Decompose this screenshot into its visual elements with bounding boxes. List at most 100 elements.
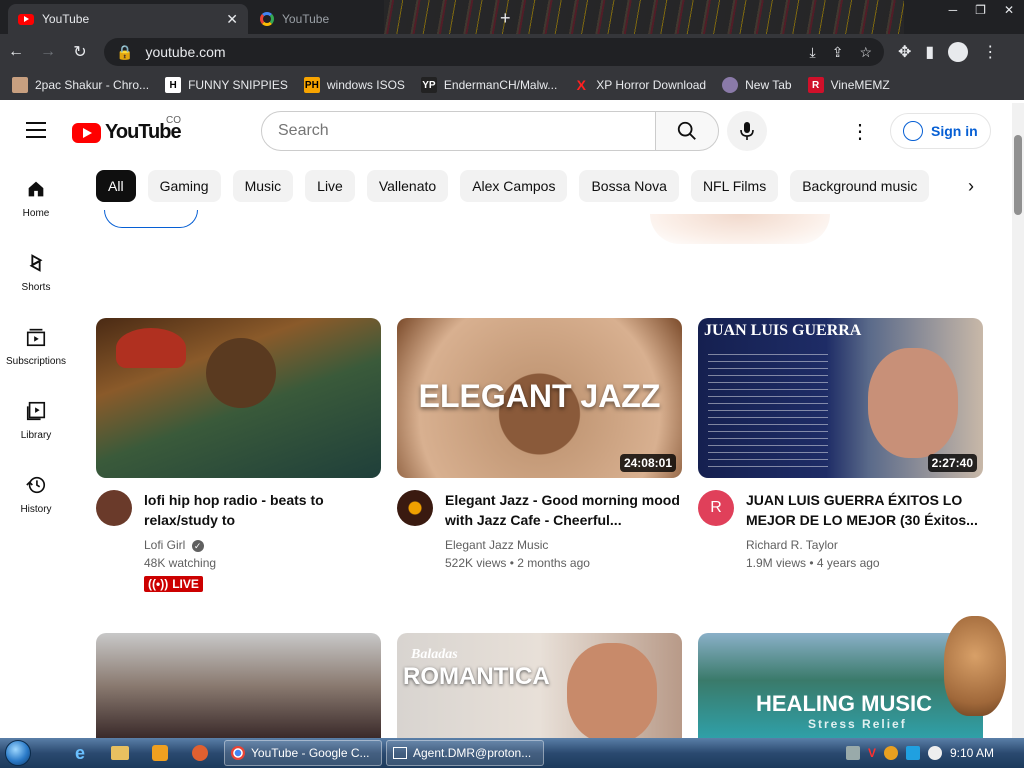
- youtube-logo[interactable]: YouTube CO: [72, 115, 182, 144]
- bookmark-star-icon[interactable]: ☆: [859, 44, 872, 61]
- tray-app-icon[interactable]: [845, 746, 860, 760]
- voice-search-button[interactable]: [727, 111, 767, 151]
- chip-all[interactable]: All: [96, 170, 136, 202]
- chip-music[interactable]: Music: [232, 170, 294, 202]
- profile-avatar-icon[interactable]: [948, 42, 969, 62]
- microphone-icon: [740, 122, 754, 140]
- sign-in-button[interactable]: Sign in: [890, 113, 991, 149]
- windows-orb-icon: [5, 740, 31, 766]
- page-scrollbar[interactable]: [1012, 103, 1024, 738]
- video-thumbnail[interactable]: HEALING MUSIC Stress Relief: [698, 633, 983, 738]
- chip-background-music[interactable]: Background music: [790, 170, 930, 202]
- new-tab-plus-icon[interactable]: +: [500, 8, 511, 29]
- start-button[interactable]: [0, 738, 36, 768]
- video-thumbnail[interactable]: [96, 633, 381, 738]
- sidebar-item-subscriptions[interactable]: Subscriptions: [0, 316, 72, 390]
- chip-live[interactable]: Live: [305, 170, 355, 202]
- chip-bossa-nova[interactable]: Bossa Nova: [579, 170, 679, 202]
- video-thumbnail[interactable]: Baladas ROMANTICA: [397, 633, 682, 738]
- taskbar-window-agent[interactable]: Agent.DMR@proton...: [386, 740, 544, 766]
- channel-name[interactable]: Lofi Girl: [144, 538, 185, 552]
- side-panel-icon[interactable]: ▮: [925, 42, 934, 62]
- sidebar-item-shorts[interactable]: Shorts: [0, 242, 72, 316]
- video-thumbnail[interactable]: ELEGANT JAZZ 24:08:01: [397, 318, 682, 478]
- video-title[interactable]: Elegant Jazz - Good morning mood with Ja…: [445, 490, 682, 530]
- scrollbar-thumb[interactable]: [1014, 135, 1022, 215]
- tab-youtube-inactive[interactable]: YouTube: [250, 4, 490, 34]
- channel-avatar[interactable]: [96, 490, 132, 526]
- tray-volume-icon[interactable]: [927, 746, 942, 760]
- chip-vallenato[interactable]: Vallenato: [366, 170, 449, 202]
- window-icon: [393, 747, 407, 759]
- chip-nfl-films[interactable]: NFL Films: [690, 170, 779, 202]
- tab-close-icon[interactable]: ✕: [226, 11, 238, 28]
- video-title[interactable]: JUAN LUIS GUERRA ÉXITOS LO MEJOR DE LO M…: [746, 490, 983, 530]
- restore-icon[interactable]: ❐: [975, 3, 986, 17]
- live-badge: ((•)) LIVE: [144, 576, 203, 592]
- video-card[interactable]: lofi hip hop radio - beats to relax/stud…: [96, 318, 381, 593]
- share-icon[interactable]: ⇪: [832, 44, 844, 61]
- address-bar[interactable]: 🔒 youtube.com ⤓ ⇪ ☆: [104, 38, 884, 66]
- hamster-overlay-image: [944, 616, 1006, 716]
- tracklist-graphic: [708, 348, 828, 468]
- video-thumbnail[interactable]: [96, 318, 381, 478]
- video-stats: 48K watching: [144, 556, 217, 570]
- verified-check-icon: ✓: [191, 540, 204, 552]
- bookmark-item[interactable]: R VineMEMZ: [807, 77, 890, 93]
- paint-icon[interactable]: [180, 738, 220, 768]
- video-card[interactable]: ELEGANT JAZZ 24:08:01 Elegant Jazz - Goo…: [397, 318, 682, 572]
- chevron-right-icon[interactable]: ›: [968, 176, 974, 197]
- clock[interactable]: 9:10 AM: [950, 746, 994, 760]
- channel-avatar[interactable]: R: [698, 490, 734, 526]
- bookmark-item[interactable]: YP EndermanCH/Malw...: [420, 77, 557, 93]
- search-input[interactable]: [261, 111, 656, 151]
- bookmark-item[interactable]: PH windows ISOS: [303, 77, 405, 93]
- search-button[interactable]: [655, 111, 719, 151]
- sidebar-item-history[interactable]: History: [0, 464, 72, 538]
- bookmark-item[interactable]: New Tab: [722, 77, 792, 93]
- sidebar-item-home[interactable]: Home: [0, 168, 72, 242]
- install-app-icon[interactable]: ⤓: [810, 44, 816, 61]
- url-text[interactable]: youtube.com: [145, 44, 225, 60]
- tray-v-icon[interactable]: V: [868, 746, 876, 760]
- video-thumbnail[interactable]: JUAN LUIS GUERRA 2:27:40: [698, 318, 983, 478]
- partial-banner-button[interactable]: [104, 210, 198, 228]
- browser-toolbar: ← → ↻ 🔒 youtube.com ⤓ ⇪ ☆ ✥ ▮ ⋮: [0, 34, 1024, 70]
- r-icon: R: [807, 77, 824, 93]
- internet-explorer-icon[interactable]: e: [60, 738, 100, 768]
- singer-photo: [567, 643, 657, 738]
- thumbnail-text: ELEGANT JAZZ: [418, 378, 661, 414]
- taskbar-window-chrome[interactable]: YouTube - Google C...: [224, 740, 382, 766]
- history-icon: [26, 476, 46, 494]
- menu-hamburger-icon[interactable]: [26, 122, 46, 143]
- tray-search-icon[interactable]: [883, 746, 898, 760]
- video-card[interactable]: JUAN LUIS GUERRA 2:27:40 R JUAN LUIS GUE…: [698, 318, 983, 572]
- bookmark-item[interactable]: H FUNNY SNIPPIES: [165, 77, 288, 93]
- reload-icon[interactable]: ↻: [64, 42, 96, 62]
- video-title[interactable]: lofi hip hop radio - beats to relax/stud…: [144, 490, 381, 530]
- minimize-icon[interactable]: ─: [949, 3, 958, 17]
- bookmarks-bar: 2pac Shakur - Chro... H FUNNY SNIPPIES PH…: [0, 70, 1024, 100]
- settings-more-icon[interactable]: ⋮: [850, 119, 870, 144]
- bookmark-item[interactable]: 2pac Shakur - Chro...: [12, 77, 149, 93]
- channel-name[interactable]: Elegant Jazz Music: [445, 536, 682, 554]
- back-arrow-icon[interactable]: ←: [0, 43, 32, 61]
- lock-icon: 🔒: [116, 43, 134, 60]
- forward-arrow-icon[interactable]: →: [32, 43, 64, 61]
- chip-alex-campos[interactable]: Alex Campos: [460, 170, 568, 202]
- sign-in-label: Sign in: [931, 123, 978, 139]
- window-close-icon[interactable]: ✕: [1004, 3, 1014, 17]
- tab-youtube-active[interactable]: YouTube ✕: [8, 4, 248, 34]
- sidebar-item-library[interactable]: Library: [0, 390, 72, 464]
- search-icon: [677, 121, 696, 140]
- extensions-puzzle-icon[interactable]: ✥: [898, 42, 911, 62]
- channel-name[interactable]: Richard R. Taylor: [746, 536, 983, 554]
- account-circle-icon: [903, 121, 923, 141]
- browser-menu-icon[interactable]: ⋮: [982, 42, 998, 62]
- folder-icon[interactable]: [100, 738, 140, 768]
- bookmark-item[interactable]: X XP Horror Download: [573, 77, 707, 93]
- channel-avatar[interactable]: [397, 490, 433, 526]
- media-player-icon[interactable]: [140, 738, 180, 768]
- chip-gaming[interactable]: Gaming: [147, 170, 221, 202]
- tray-monitor-icon[interactable]: [905, 746, 920, 760]
